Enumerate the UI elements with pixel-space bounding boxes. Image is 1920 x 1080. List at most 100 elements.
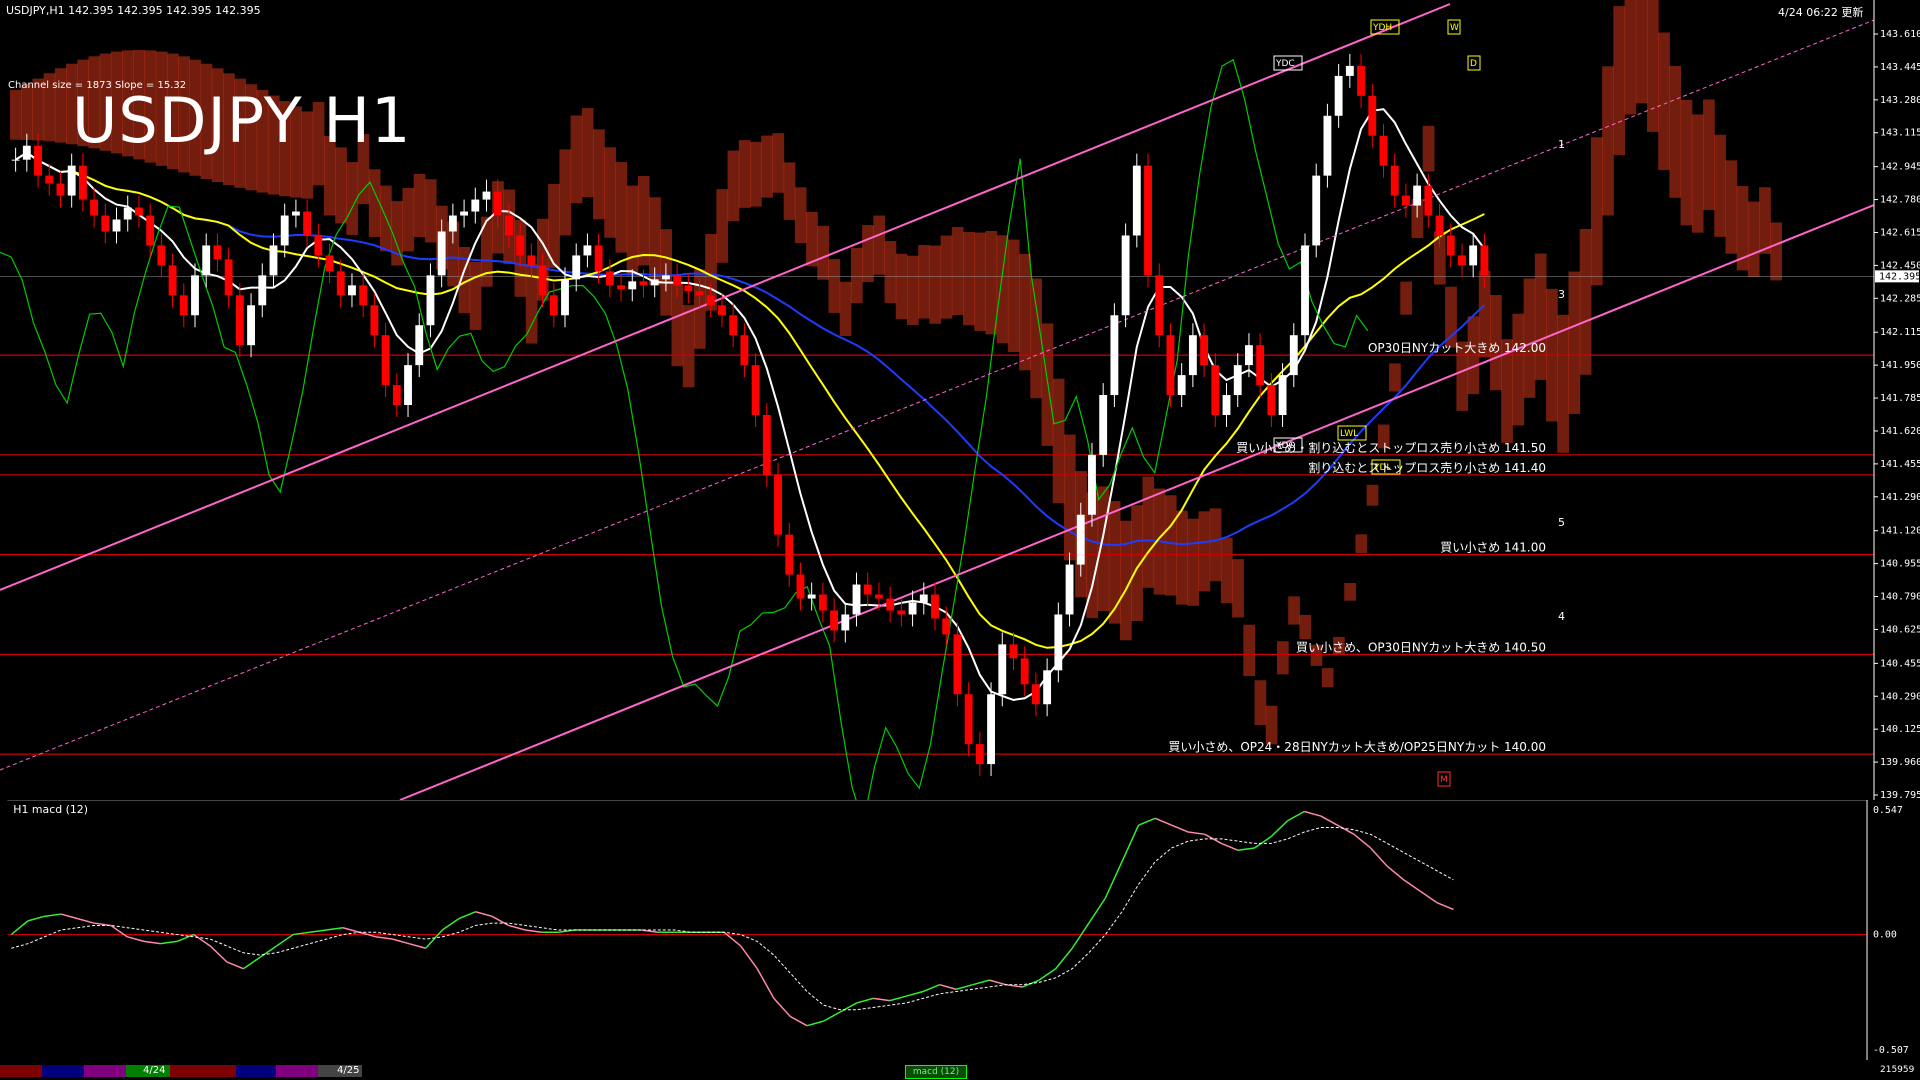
macd-segment <box>790 1015 808 1027</box>
ma-mid-line <box>15 151 1485 649</box>
macd-segment <box>242 956 261 970</box>
candle-body <box>303 211 312 236</box>
candle-body <box>561 279 569 316</box>
cloud-slice <box>828 259 841 313</box>
candle-body <box>673 275 682 286</box>
macd-segment <box>110 924 128 938</box>
macd-segment <box>1254 835 1272 849</box>
cloud-slice <box>1691 114 1704 233</box>
macd-segment <box>955 983 973 990</box>
symbol-header: USDJPY,H1 142.395 142.395 142.395 142.39… <box>6 4 261 17</box>
macd-segment <box>756 968 775 999</box>
candle-body <box>549 295 558 316</box>
candle-body <box>90 199 99 216</box>
candle-body <box>1278 375 1287 415</box>
bar-seg <box>0 1065 42 1077</box>
candle-body <box>392 385 401 406</box>
candle-body <box>886 598 895 611</box>
cloud-slice <box>1288 596 1300 625</box>
candle-body <box>482 191 491 200</box>
cloud-slice <box>1534 253 1547 380</box>
macd-segment <box>889 995 907 1002</box>
candle-body <box>1211 365 1220 415</box>
candle-body <box>538 265 547 296</box>
candle-body <box>695 291 704 296</box>
cloud-slice <box>895 253 908 320</box>
macd-segment <box>193 933 211 947</box>
y-tick-label: 143.115 <box>1880 128 1920 139</box>
candle-body <box>235 295 244 346</box>
macd-tick-label: -0.507 <box>1873 1045 1909 1056</box>
candle-body <box>740 335 749 366</box>
cloud-slice <box>1725 160 1738 254</box>
level-label: 割り込むとストップロス売り小さめ 141.40 <box>1308 460 1546 475</box>
candle-body <box>774 474 782 535</box>
cloud-slice <box>1019 253 1031 371</box>
marker-label: LWL <box>1340 429 1358 439</box>
cloud-slice <box>783 162 796 220</box>
macd-segment <box>326 926 343 931</box>
projection-label: 1 <box>1558 138 1565 151</box>
candle-body <box>1312 175 1321 246</box>
cloud-slice <box>1254 680 1267 725</box>
candle-body <box>336 271 345 296</box>
macd-segment <box>27 915 45 922</box>
time-scroll-bar[interactable]: 4/24 4/25 macd (12) 215959 <box>0 1062 1920 1080</box>
price-levels <box>0 276 1874 755</box>
macd-segment <box>309 929 327 934</box>
cloud-slice <box>424 179 437 243</box>
cloud-slice <box>1523 278 1536 398</box>
candle-body <box>359 285 368 306</box>
candle-body <box>964 694 973 745</box>
cloud-slice <box>738 140 751 208</box>
macd-lines <box>7 810 1868 1027</box>
candle-body <box>1245 345 1253 366</box>
candle-body <box>123 207 132 220</box>
candle-body <box>1076 514 1085 565</box>
macd-segment <box>226 961 244 970</box>
candle-body <box>1009 644 1018 659</box>
cloud-slice <box>963 231 975 326</box>
macd-segment <box>276 933 294 947</box>
macd-segment <box>127 936 145 943</box>
cloud-slice <box>21 84 33 140</box>
candle-body <box>975 744 984 765</box>
macd-segment <box>1386 865 1405 881</box>
candle-body <box>908 602 917 615</box>
y-tick-label: 142.780 <box>1880 195 1920 206</box>
candle-body <box>1054 614 1063 671</box>
cloud-slice <box>1232 559 1244 618</box>
macd-segment <box>209 945 228 963</box>
cloud-slice <box>10 89 22 140</box>
candle-body <box>897 610 906 615</box>
candle-body <box>1166 335 1175 396</box>
cloud-slice <box>996 235 1009 344</box>
candle-body <box>1233 365 1242 396</box>
y-tick-label: 142.945 <box>1880 162 1920 173</box>
macd-segment <box>176 933 194 943</box>
candle-body <box>863 584 872 595</box>
y-tick-label: 143.610 <box>1880 29 1920 40</box>
y-tick-label: 143.280 <box>1880 95 1920 106</box>
cloud-slice <box>1635 0 1648 104</box>
macd-panel[interactable]: 0.547 0.00 -0.507 H1 macd (12) <box>0 800 1920 1060</box>
macd-segment <box>1353 833 1372 849</box>
y-tick-label: 143.445 <box>1880 62 1920 73</box>
cloud-slice <box>1624 0 1637 115</box>
candle-body <box>67 165 76 196</box>
macd-segment <box>44 913 62 918</box>
macd-segment <box>1154 817 1172 826</box>
cloud-slice <box>1041 323 1054 446</box>
candle-body <box>1446 235 1455 256</box>
bar-seg <box>276 1065 318 1077</box>
cloud-slice <box>1389 363 1401 392</box>
indicator-tab[interactable]: macd (12) <box>905 1065 967 1079</box>
candle-body <box>751 365 760 415</box>
cloud-slice <box>1176 510 1188 605</box>
cloud-slice <box>637 176 650 266</box>
date-label-1: 4/24 <box>143 1065 166 1076</box>
candle-body <box>1458 255 1466 266</box>
candle-body <box>1368 95 1377 136</box>
candle-body <box>841 614 850 631</box>
cloud-slice <box>368 169 381 237</box>
